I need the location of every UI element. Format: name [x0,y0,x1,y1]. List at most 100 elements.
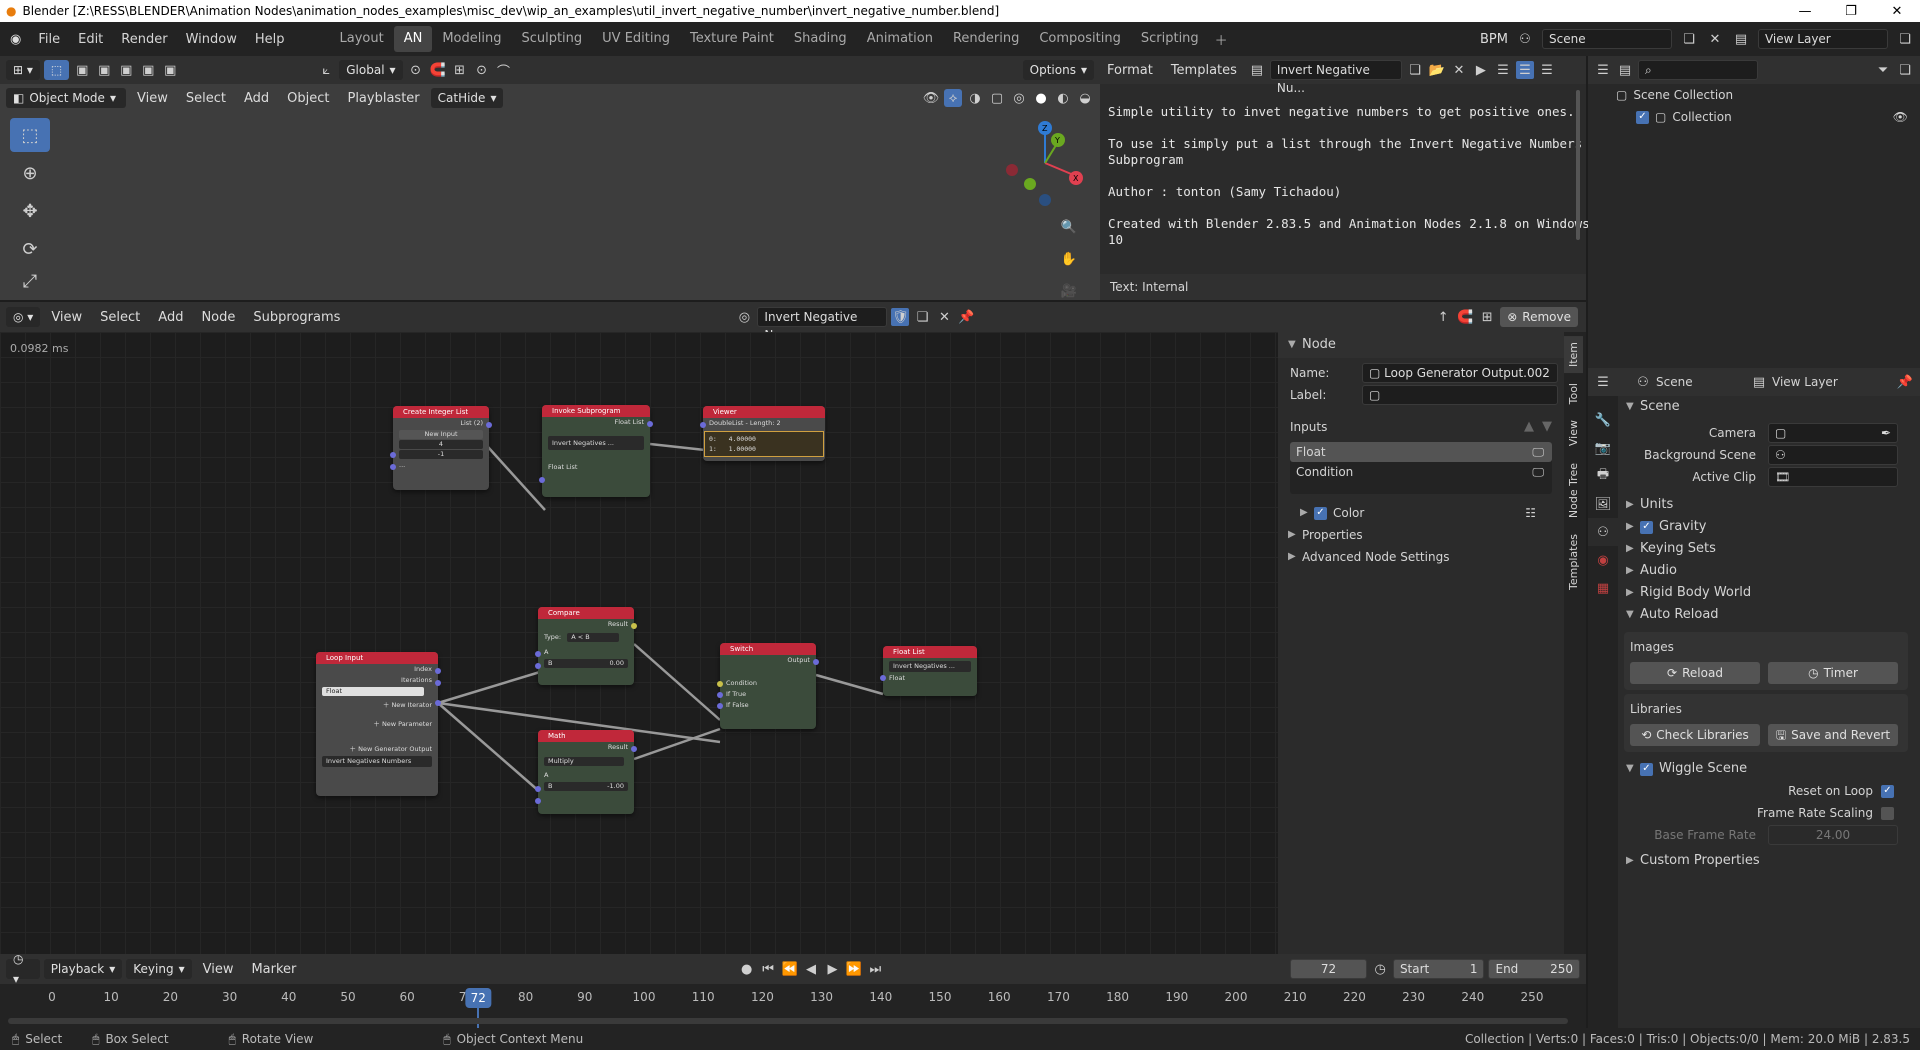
math-operation-dropdown[interactable]: Multiply [544,757,624,766]
node-compare[interactable]: Compare Result Type: A < B A B 0.00 [535,607,637,685]
unlink-text-icon[interactable]: ✕ [1450,61,1468,79]
background-scene-field[interactable]: ⚇ [1768,445,1898,465]
record-icon[interactable]: ● [738,960,755,978]
rigid-body-section[interactable]: ▶ Rigid Body World [1618,582,1914,604]
view-layer-tab-icon[interactable]: 🖼 [1588,490,1618,518]
timeline-scrollbar[interactable] [8,1018,1568,1024]
custom-properties-section[interactable]: ▶ Custom Properties [1618,850,1914,872]
select-box-tool-icon[interactable]: ⬚ [10,118,50,152]
list-value-field[interactable]: 4 [399,440,483,449]
output-socket[interactable] [813,659,819,665]
subprogram-selector[interactable]: Invert Negatives ... [548,436,644,450]
select-tool-icon[interactable]: ⬚ [43,60,70,80]
snap-node-icon[interactable]: 🧲 [1456,308,1474,326]
world-tab-icon[interactable]: ◉ [1588,546,1618,574]
tab-rendering[interactable]: Rendering [943,26,1029,52]
text-content[interactable]: Simple utility to invet negative numbers… [1100,84,1590,284]
tab-scripting[interactable]: Scripting [1131,26,1209,52]
loop-name-field[interactable]: Invert Negatives Numbers [322,756,432,767]
node-math[interactable]: Math Result Multiply A B -1.00 [535,730,637,814]
color-row[interactable]: ▶ ✓ Color ☷ [1278,502,1564,524]
menu-help[interactable]: Help [246,32,294,47]
node-menu-select[interactable]: Select [93,310,147,325]
check-libraries-button[interactable]: ⟲ Check Libraries [1630,724,1760,746]
open-text-icon[interactable]: 📂 [1428,61,1446,79]
render-engine[interactable]: BPM [1480,32,1508,47]
playhead[interactable]: 72 [465,988,491,1008]
math-b-field[interactable]: B -1.00 [544,782,628,791]
play-reverse-icon[interactable]: ◀ [802,960,819,978]
tab-sculpting[interactable]: Sculpting [511,26,592,52]
timer-button[interactable]: ◷ Timer [1768,662,1898,684]
menu-file[interactable]: File [29,32,69,47]
tab-item[interactable]: Item [1564,336,1583,374]
auto-reload-section[interactable]: ▼ Auto Reload [1618,604,1914,626]
cathide-dropdown[interactable]: CatHide ▾ [430,88,504,108]
rotate-tool-icon[interactable]: ⟳ [10,232,50,266]
maximize-icon[interactable]: ❐ [1828,0,1874,22]
shading-material-icon[interactable]: ◐ [1054,89,1072,107]
move-down-icon[interactable]: ▼ [1542,416,1552,438]
keying-sets-section[interactable]: ▶ Keying Sets [1618,538,1914,560]
object-mode-dropdown[interactable]: ◧ Object Mode ▾ [6,88,126,108]
socket-display-icon[interactable]: 🖵 [1532,441,1544,463]
properties-editor-icon[interactable]: ☰ [1594,373,1612,391]
scale-tool-icon[interactable]: ⤢ [10,268,50,294]
node-switch[interactable]: Switch Output Condition If True If False [717,643,819,729]
node-panel-header[interactable]: ▼ Node [1278,332,1564,358]
menu-edit[interactable]: Edit [69,32,112,47]
collection-checkbox[interactable]: ✓ [1636,110,1649,124]
tab-compositing[interactable]: Compositing [1029,26,1131,52]
timeline-menu-marker[interactable]: Marker [244,962,303,977]
text-editor[interactable]: Format Templates ▤ Invert Negative Nu...… [1100,56,1590,300]
base-frame-rate-field[interactable]: 24.00 [1768,825,1898,845]
select-mode-intersect-icon[interactable]: ▣ [161,61,179,79]
frame-rate-scaling-checkbox[interactable] [1881,806,1894,820]
camera-field[interactable]: ▢ ✒ [1768,423,1898,443]
menu-window[interactable]: Window [177,32,246,47]
reload-button[interactable]: ⟳ Reload [1630,662,1760,684]
tab-layout[interactable]: Layout [329,26,393,52]
select-mode-subtract-icon[interactable]: ▣ [117,61,135,79]
node-invoke-subprogram[interactable]: Invoke Subprogram Float List Invert Nega… [539,405,653,497]
outliner[interactable]: ☰ ▤ ⌕ ⏷ ❏ ▢ Scene Collection ✓ ▢ Collecti… [1588,56,1920,368]
properties-section[interactable]: ▶ Properties [1278,524,1564,546]
node-create-integer-list[interactable]: Create Integer List List (2) New Input 4… [390,406,492,490]
tab-an[interactable]: AN [393,26,433,52]
input-socket[interactable] [880,675,886,681]
node-menu-node[interactable]: Node [194,310,242,325]
select-mode-extend-icon[interactable]: ▣ [95,61,113,79]
node-tree-field[interactable]: Invert Negative Nu... [757,307,888,342]
prev-keyframe-icon[interactable]: ⏪ [781,960,798,978]
run-script-icon[interactable]: ▶ [1472,61,1490,79]
scene-panel-header[interactable]: ▼ Scene [1618,396,1914,418]
timeline-ruler[interactable]: 0102030405060708090100110120130140150160… [0,984,1586,1028]
compare-type-dropdown[interactable]: A < B [567,633,620,642]
next-keyframe-icon[interactable]: ⏩ [845,960,862,978]
end-frame-field[interactable]: End 250 [1488,959,1581,979]
fake-user-icon[interactable]: 🛡 [891,308,910,326]
jump-start-icon[interactable]: ⏮ [759,960,776,978]
start-frame-field[interactable]: Start 1 [1392,959,1485,979]
input-socket[interactable] [390,452,396,458]
snap-element-icon[interactable]: ⊞ [1478,308,1496,326]
gravity-section[interactable]: ▶ ✓ Gravity [1618,516,1914,538]
gravity-checkbox[interactable]: ✓ [1640,520,1653,534]
shading-wire-icon[interactable]: ◎ [1010,89,1028,107]
viewport-menu-view[interactable]: View [130,91,175,106]
scene-field[interactable]: Scene [1541,29,1672,49]
timeline-menu-view[interactable]: View [196,962,241,977]
units-section[interactable]: ▶ Units [1618,494,1914,516]
pin-icon[interactable]: 📌 [1896,373,1914,391]
viewport-menu-object[interactable]: Object [280,91,336,106]
parameter-field[interactable]: Float [322,687,424,696]
tab-modeling[interactable]: Modeling [432,26,511,52]
node-label-field[interactable]: ▢ [1362,385,1558,405]
close-icon[interactable]: ✕ [1874,0,1920,22]
zoom-icon[interactable]: 🔍 [1060,211,1078,243]
node-float-list[interactable]: Float List Invert Negatives ... Float [880,646,977,696]
editor-type-button[interactable]: ⊞ ▾ [6,60,40,80]
view-layer-field[interactable]: View Layer [1757,29,1888,49]
word-wrap-icon[interactable]: ☰ [1515,61,1534,79]
scene-tab-icon[interactable]: ⚇ [1588,518,1618,546]
